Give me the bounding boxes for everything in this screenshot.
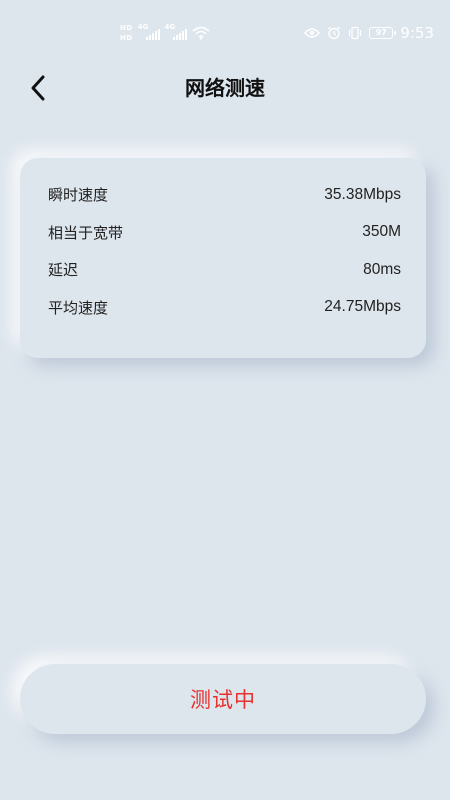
stat-label: 平均速度 xyxy=(48,298,109,317)
stat-row-latency: 延迟 80ms xyxy=(48,251,401,289)
speed-stats-card: 瞬时速度 35.38Mbps 相当于宽带 350M 延迟 80ms 平均速度 2… xyxy=(20,158,426,358)
stat-row-average-speed: 平均速度 24.75Mbps xyxy=(48,289,401,327)
status-time: 9:53 xyxy=(400,24,434,42)
alarm-icon xyxy=(328,26,341,40)
stat-value: 80ms xyxy=(363,260,401,278)
signal-icon: 4G xyxy=(138,23,160,40)
stat-label: 相当于宽带 xyxy=(48,223,124,242)
status-bar-right: 97 9:53 xyxy=(304,22,434,44)
status-bar: HD HD 4G 4G 97 9:53 xyxy=(0,0,450,66)
test-status-button[interactable]: 测试中 xyxy=(20,664,426,734)
page-title: 网络测速 xyxy=(185,76,265,100)
test-status-label: 测试中 xyxy=(190,688,256,712)
hd-indicator: HD xyxy=(120,24,133,32)
vibrate-icon xyxy=(349,26,362,40)
stat-value: 350M xyxy=(362,223,401,241)
header: 网络测速 xyxy=(0,66,450,110)
stat-label: 瞬时速度 xyxy=(48,186,109,205)
battery-icon: 97 xyxy=(369,27,397,39)
status-bar-left: HD HD 4G 4G xyxy=(120,20,210,46)
wifi-icon xyxy=(192,26,210,40)
eye-icon xyxy=(304,28,321,38)
hd-indicators: HD HD xyxy=(120,24,133,42)
stat-row-broadband: 相当于宽带 350M xyxy=(48,214,401,252)
hd-indicator: HD xyxy=(120,34,133,42)
stat-label: 延迟 xyxy=(48,261,79,280)
stat-row-instant-speed: 瞬时速度 35.38Mbps xyxy=(48,176,401,214)
speed-test-screen: HD HD 4G 4G 97 9:53 网络测速 瞬时速度 35.38Mbps … xyxy=(0,0,450,800)
stat-value: 35.38Mbps xyxy=(324,185,401,203)
stat-value: 24.75Mbps xyxy=(324,298,401,316)
signal-icon: 4G xyxy=(165,23,187,40)
